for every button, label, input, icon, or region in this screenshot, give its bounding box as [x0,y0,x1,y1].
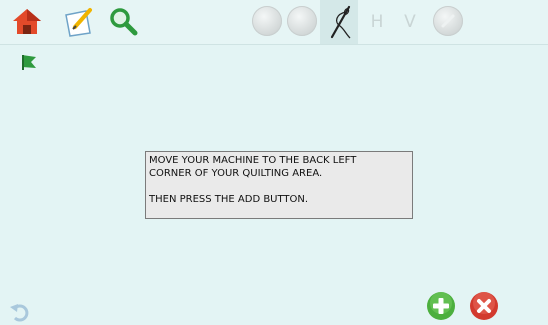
zoom-icon[interactable] [106,5,140,39]
add-icon [427,292,455,320]
horizontal-button[interactable]: H [366,10,388,34]
needle-thread-icon [330,5,351,39]
instruction-message: MOVE YOUR MACHINE TO THE BACK LEFT CORNE… [145,151,413,219]
add-button[interactable] [426,291,456,321]
cancel-icon [470,292,498,320]
green-flag-icon [20,53,38,71]
top-toolbar: H V [0,0,548,45]
cancel-button[interactable] [469,291,499,321]
undo-icon[interactable] [9,302,31,322]
circle-button-2[interactable] [287,6,317,36]
pattern-edit-icon[interactable] [62,5,96,39]
check-disabled-icon[interactable] [433,6,463,36]
needle-thread-button[interactable] [320,0,358,44]
circle-button-1[interactable] [252,6,282,36]
home-icon[interactable] [10,5,44,39]
vertical-button[interactable]: V [399,10,421,34]
